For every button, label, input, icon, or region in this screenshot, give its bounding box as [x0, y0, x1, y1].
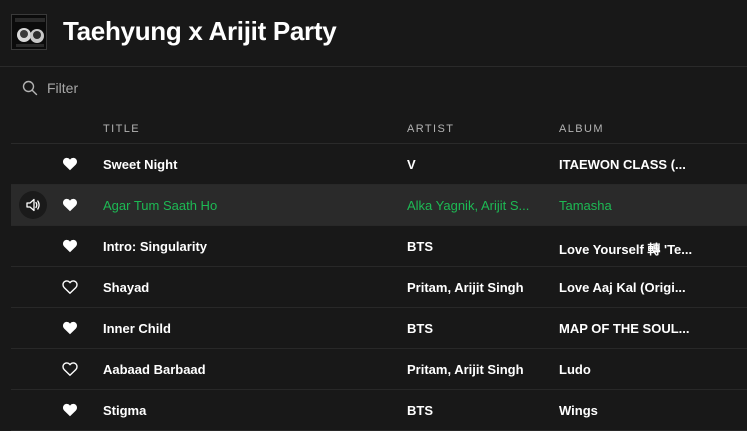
track-row[interactable]: Aabaad Barbaad Pritam, Arijit Singh Ludo [11, 349, 747, 390]
heart-filled-icon[interactable] [62, 320, 78, 336]
track-artist[interactable]: BTS [407, 321, 547, 336]
track-row[interactable]: Stigma BTS Wings [11, 390, 747, 431]
track-album[interactable]: Tamasha [559, 198, 709, 213]
column-album-header[interactable]: ALBUM [559, 123, 604, 135]
track-album[interactable]: Love Yourself 轉 'Te... [559, 239, 709, 258]
track-row[interactable]: Intro: Singularity BTS Love Yourself 轉 '… [11, 226, 747, 267]
track-album[interactable]: ITAEWON CLASS (... [559, 157, 709, 172]
column-title-header[interactable]: TITLE [103, 123, 140, 135]
track-artist[interactable]: Pritam, Arijit Singh [407, 280, 547, 295]
track-title[interactable]: Stigma [103, 403, 393, 418]
filter-input[interactable] [47, 78, 247, 98]
playlist-cover-image[interactable] [11, 14, 47, 50]
track-album[interactable]: Wings [559, 403, 709, 418]
track-title[interactable]: Inner Child [103, 321, 393, 336]
heart-filled-icon[interactable] [62, 402, 78, 418]
column-artist-header[interactable]: ARTIST [407, 123, 454, 135]
track-title[interactable]: Intro: Singularity [103, 239, 393, 254]
heart-outline-icon[interactable] [62, 279, 78, 295]
heart-filled-icon[interactable] [62, 156, 78, 172]
filter-bar [0, 68, 747, 108]
track-album[interactable]: Ludo [559, 362, 709, 377]
now-playing-button[interactable] [19, 191, 47, 219]
heart-filled-icon[interactable] [62, 238, 78, 254]
track-row-playing[interactable]: Agar Tum Saath Ho Alka Yagnik, Arijit S.… [11, 185, 747, 226]
track-artist[interactable]: Pritam, Arijit Singh [407, 362, 547, 377]
track-artist[interactable]: BTS [407, 239, 547, 254]
track-album[interactable]: Love Aaj Kal (Origi... [559, 280, 709, 295]
track-title[interactable]: Aabaad Barbaad [103, 362, 393, 377]
track-artist[interactable]: BTS [407, 403, 547, 418]
track-row[interactable]: Sweet Night V ITAEWON CLASS (... [11, 144, 747, 185]
heart-outline-icon[interactable] [62, 361, 78, 377]
playlist-title: Taehyung x Arijit Party [63, 16, 337, 46]
track-artist[interactable]: Alka Yagnik, Arijit S... [407, 198, 547, 213]
track-title[interactable]: Shayad [103, 280, 393, 295]
track-row[interactable]: Inner Child BTS MAP OF THE SOUL... [11, 308, 747, 349]
track-title[interactable]: Sweet Night [103, 157, 393, 172]
heart-filled-icon[interactable] [62, 197, 78, 213]
tracklist: Sweet Night V ITAEWON CLASS (... Agar Tu… [11, 144, 747, 431]
track-artist[interactable]: V [407, 157, 547, 172]
track-album[interactable]: MAP OF THE SOUL... [559, 321, 709, 336]
playlist-header: Taehyung x Arijit Party [0, 0, 747, 67]
track-title[interactable]: Agar Tum Saath Ho [103, 198, 393, 213]
speaker-icon [26, 198, 40, 212]
tracklist-header: TITLE ARTIST ALBUM [11, 108, 747, 144]
search-icon[interactable] [22, 80, 38, 96]
track-row[interactable]: Shayad Pritam, Arijit Singh Love Aaj Kal… [11, 267, 747, 308]
